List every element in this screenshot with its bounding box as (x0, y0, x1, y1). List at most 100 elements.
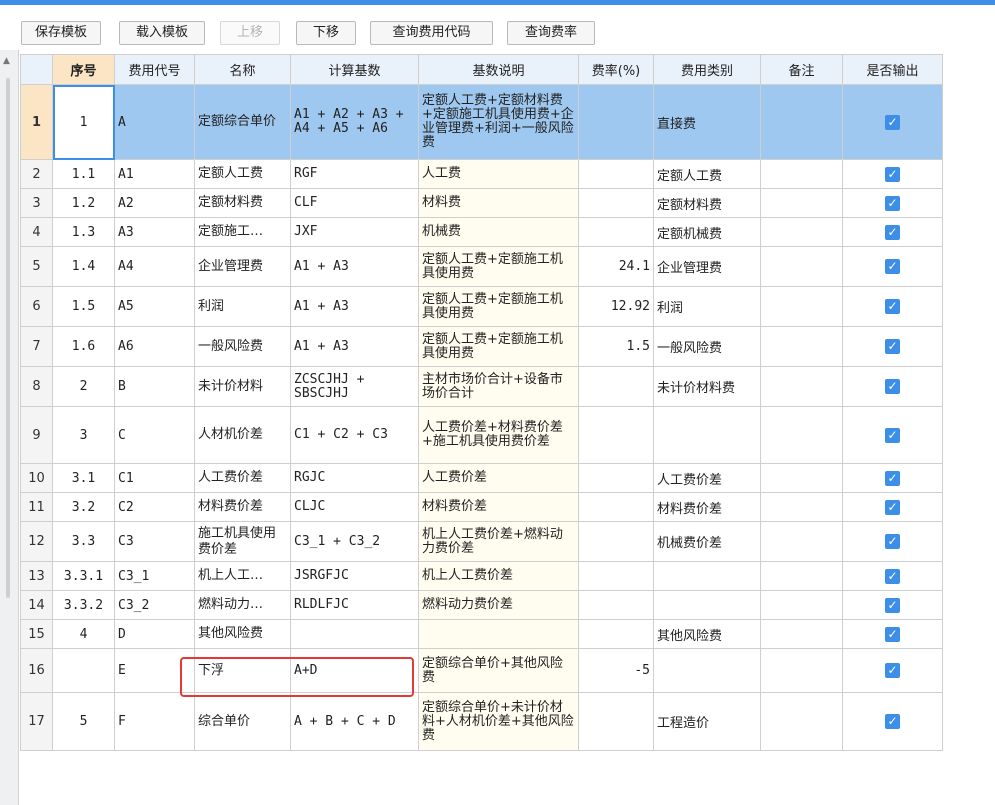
base-cell[interactable]: CLJC (290, 492, 419, 522)
code-cell[interactable]: A6 (114, 326, 195, 367)
desc-cell[interactable]: 人工费 (418, 159, 579, 189)
seq-cell[interactable]: 1.2 (52, 188, 115, 218)
remark-cell[interactable] (760, 561, 843, 591)
desc-cell[interactable]: 材料费价差 (418, 492, 579, 522)
checkbox-checked-icon[interactable]: ✓ (885, 427, 900, 443)
header-base[interactable]: 计算基数 (290, 54, 419, 85)
category-cell[interactable]: 直接费 (653, 84, 761, 160)
checkbox-checked-icon[interactable]: ✓ (885, 534, 900, 549)
code-cell[interactable]: B (114, 366, 195, 407)
name-cell[interactable]: 企业管理费 (194, 246, 291, 287)
output-checkbox-cell[interactable]: ✓ (842, 406, 943, 464)
desc-cell[interactable]: 燃料动力费价差 (418, 590, 579, 620)
rate-cell[interactable] (578, 217, 654, 247)
seq-cell[interactable]: 1.6 (52, 326, 115, 367)
code-cell[interactable]: A1 (114, 159, 195, 189)
category-cell[interactable]: 一般风险费 (653, 326, 761, 367)
seq-cell[interactable]: 3.2 (52, 492, 115, 522)
seq-cell[interactable]: 3.1 (52, 463, 115, 493)
table-row[interactable]: 10 3.1 C1 人工费价差 RGJC 人工费价差 人工费价差 ✓ (20, 463, 943, 493)
table-row[interactable]: 3 1.2 A2 定额材料费 CLF 材料费 定额材料费 ✓ (20, 188, 943, 218)
table-row[interactable]: 8 2 B 未计价材料 ZCSCJHJ + SBSCJHJ 主材市场价合计+设备市场价合计… (20, 366, 943, 407)
remark-cell[interactable] (760, 217, 843, 247)
desc-cell[interactable]: 人工费价差 (418, 463, 579, 493)
seq-cell[interactable]: 1.5 (52, 286, 115, 327)
checkbox-checked-icon[interactable]: ✓ (885, 597, 900, 613)
category-cell[interactable]: 材料费价差 (653, 492, 761, 522)
output-checkbox-cell[interactable]: ✓ (842, 648, 943, 693)
rate-cell[interactable] (578, 619, 654, 649)
name-cell[interactable]: 人材机价差 (194, 406, 291, 464)
category-cell[interactable]: 企业管理费 (653, 246, 761, 287)
seq-cell[interactable] (52, 648, 115, 693)
desc-cell[interactable]: 定额综合单价+其他风险费 (418, 648, 579, 693)
rate-cell[interactable] (578, 159, 654, 189)
checkbox-checked-icon[interactable]: ✓ (885, 663, 900, 678)
code-cell[interactable]: C3 (114, 521, 195, 562)
name-cell[interactable]: 未计价材料 (194, 366, 291, 407)
code-cell[interactable]: A4 (114, 246, 195, 287)
name-cell[interactable]: 利润 (194, 286, 291, 327)
output-checkbox-cell[interactable]: ✓ (842, 521, 943, 562)
table-row[interactable]: 16 E 下浮 A+D 定额综合单价+其他风险费 -5 ✓ (20, 648, 943, 693)
name-cell[interactable]: 定额施工… (194, 217, 291, 247)
table-row[interactable]: 7 1.6 A6 一般风险费 A1 + A3 定额人工费+定额施工机具使用费 1.5 一般风险… (20, 326, 943, 367)
table-row[interactable]: 13 3.3.1 C3_1 机上人工… JSRGFJC 机上人工费价差 ✓ (20, 561, 943, 591)
output-checkbox-cell[interactable]: ✓ (842, 84, 943, 160)
header-category[interactable]: 费用类别 (653, 54, 761, 85)
move-up-button[interactable]: 上移 (220, 21, 280, 45)
checkbox-checked-icon[interactable]: ✓ (885, 714, 900, 729)
table-row[interactable]: 5 1.4 A4 企业管理费 A1 + A3 定额人工费+定额施工机具使用费 24.1 企业管… (20, 246, 943, 287)
rate-cell[interactable] (578, 492, 654, 522)
category-cell[interactable]: 定额材料费 (653, 188, 761, 218)
base-cell[interactable] (290, 619, 419, 649)
output-checkbox-cell[interactable]: ✓ (842, 159, 943, 189)
rate-cell[interactable]: 24.1 (578, 246, 654, 287)
output-checkbox-cell[interactable]: ✓ (842, 492, 943, 522)
header-rate[interactable]: 费率(%) (578, 54, 654, 85)
load-template-button[interactable]: 载入模板 (119, 21, 205, 45)
desc-cell[interactable]: 材料费 (418, 188, 579, 218)
code-cell[interactable]: C2 (114, 492, 195, 522)
remark-cell[interactable] (760, 492, 843, 522)
desc-cell[interactable]: 定额人工费+定额施工机具使用费 (418, 326, 579, 367)
name-cell[interactable]: 机上人工… (194, 561, 291, 591)
base-cell[interactable]: C3_1 + C3_2 (290, 521, 419, 562)
checkbox-checked-icon[interactable]: ✓ (885, 259, 900, 274)
seq-cell[interactable]: 3.3 (52, 521, 115, 562)
output-checkbox-cell[interactable]: ✓ (842, 561, 943, 591)
move-down-button[interactable]: 下移 (296, 21, 356, 45)
rate-cell[interactable]: 12.92 (578, 286, 654, 327)
remark-cell[interactable] (760, 521, 843, 562)
remark-cell[interactable] (760, 246, 843, 287)
desc-cell[interactable]: 定额综合单价+未计价材料+人材机价差+其他风险费 (418, 692, 579, 751)
rate-cell[interactable] (578, 84, 654, 160)
desc-cell[interactable]: 定额人工费+定额施工机具使用费 (418, 246, 579, 287)
table-row[interactable]: 12 3.3 C3 施工机具使用费价差 C3_1 + C3_2 机上人工费价差+燃料动力费… (20, 521, 943, 562)
category-cell[interactable] (653, 648, 761, 693)
code-cell[interactable]: D (114, 619, 195, 649)
rate-cell[interactable] (578, 692, 654, 751)
name-cell[interactable]: 定额材料费 (194, 188, 291, 218)
table-row[interactable]: 9 3 C 人材机价差 C1 + C2 + C3 人工费价差+材料费价差+施工机具使用费价… (20, 406, 943, 464)
code-cell[interactable]: F (114, 692, 195, 751)
name-cell[interactable]: 一般风险费 (194, 326, 291, 367)
category-cell[interactable] (653, 406, 761, 464)
code-cell[interactable]: C3_1 (114, 561, 195, 591)
output-checkbox-cell[interactable]: ✓ (842, 619, 943, 649)
name-cell[interactable]: 综合单价 (194, 692, 291, 751)
table-row[interactable]: 11 3.2 C2 材料费价差 CLJC 材料费价差 材料费价差 ✓ (20, 492, 943, 522)
checkbox-checked-icon[interactable]: ✓ (885, 166, 900, 182)
remark-cell[interactable] (760, 159, 843, 189)
code-cell[interactable]: A2 (114, 188, 195, 218)
header-output[interactable]: 是否输出 (842, 54, 943, 85)
scroll-up-arrow-icon[interactable]: ▲ (3, 56, 13, 66)
header-remark[interactable]: 备注 (760, 54, 843, 85)
output-checkbox-cell[interactable]: ✓ (842, 188, 943, 218)
seq-cell[interactable]: 3 (52, 406, 115, 464)
header-name[interactable]: 名称 (194, 54, 291, 85)
code-cell[interactable]: A5 (114, 286, 195, 327)
output-checkbox-cell[interactable]: ✓ (842, 692, 943, 751)
rate-cell[interactable]: 1.5 (578, 326, 654, 367)
table-row[interactable]: 17 5 F 综合单价 A + B + C + D 定额综合单价+未计价材料+人材机价差+… (20, 692, 943, 751)
